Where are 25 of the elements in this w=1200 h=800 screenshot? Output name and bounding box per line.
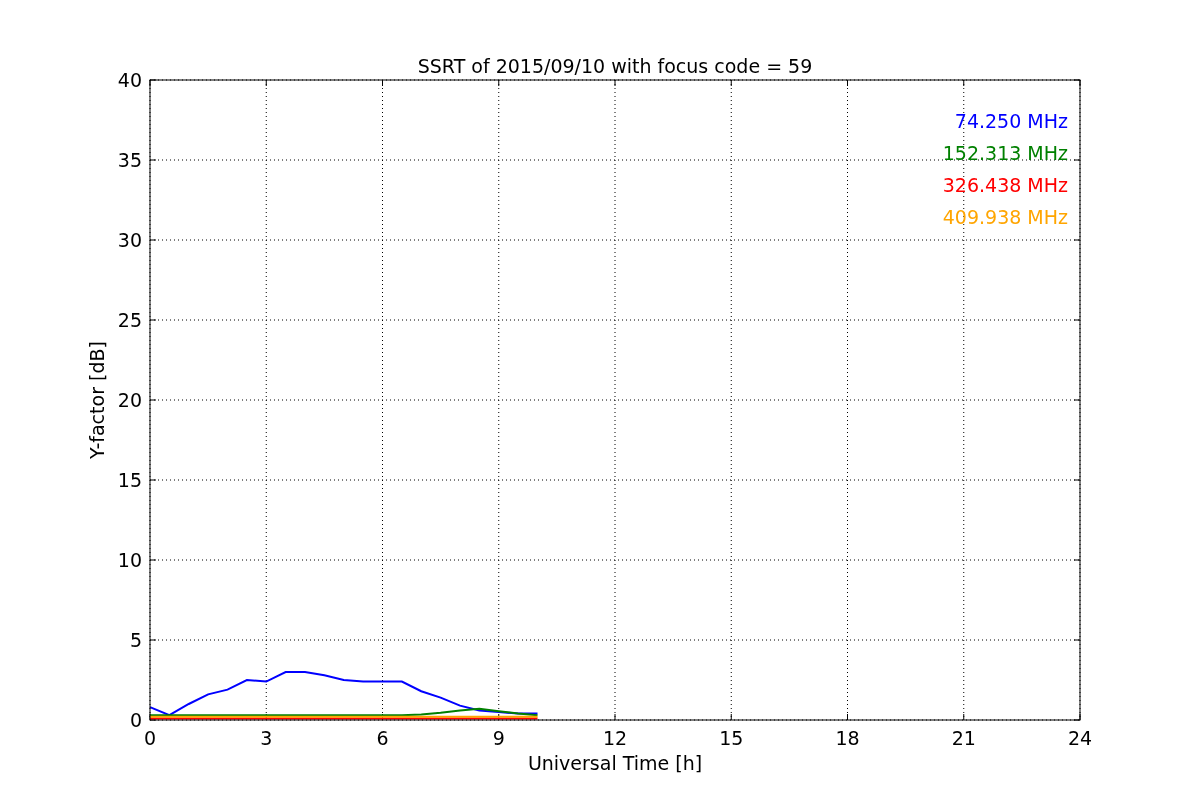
x-tick-label: 12 [602, 727, 628, 749]
legend-label: 326.438 MHz [942, 174, 1068, 196]
legend-label: 74.250 MHz [954, 110, 1068, 132]
y-tick-label: 5 [129, 629, 142, 651]
x-tick-label: 21 [951, 727, 976, 749]
x-axis-label: Universal Time [h] [527, 752, 703, 774]
y-tick-label: 0 [129, 709, 142, 731]
x-tick-label: 3 [260, 727, 273, 749]
x-tick-label: 24 [1067, 727, 1093, 749]
legend-label: 409.938 MHz [942, 206, 1068, 228]
x-tick-label: 18 [835, 727, 860, 749]
y-tick-label: 20 [117, 389, 142, 411]
legend-label: 152.313 MHz [942, 142, 1068, 164]
y-tick-label: 15 [117, 469, 142, 491]
y-axis-label: Y-factor [dB] [86, 341, 108, 459]
x-tick-label: 0 [143, 727, 157, 749]
x-tick-label: 9 [492, 727, 505, 749]
y-tick-label: 10 [117, 549, 142, 571]
chart-title: SSRT of 2015/09/10 with focus code = 59 [417, 55, 813, 77]
x-tick-label: 15 [719, 727, 744, 749]
y-tick-label: 35 [117, 149, 142, 171]
y-tick-label: 30 [117, 229, 142, 251]
y-tick-label: 25 [117, 309, 142, 331]
y-tick-label: 40 [117, 69, 142, 91]
x-tick-label: 6 [376, 727, 389, 749]
